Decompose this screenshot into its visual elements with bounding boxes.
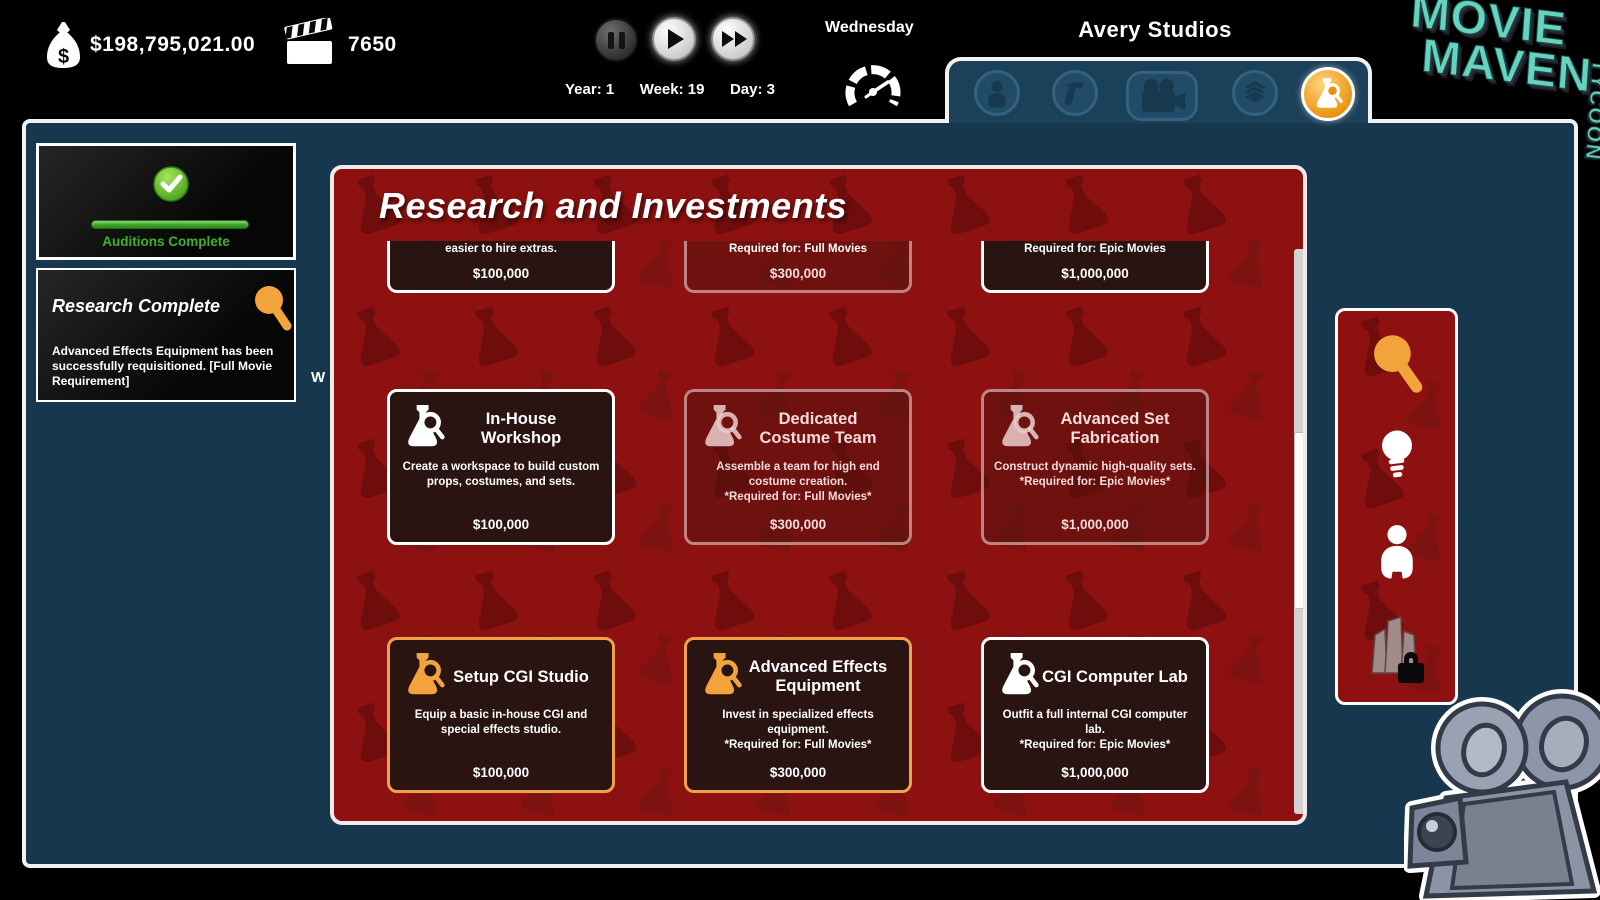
notification-auditions[interactable]: Auditions Complete bbox=[36, 143, 296, 260]
card-title: CGI Computer Lab bbox=[1040, 668, 1196, 687]
card-title: Dedicated Costume Team bbox=[743, 410, 899, 448]
card-price: $300,000 bbox=[687, 266, 909, 281]
tab-movies[interactable] bbox=[1126, 71, 1198, 121]
game-screen: $ $198,795,021.00 7650 Year: 1 Week: 19 … bbox=[0, 0, 1600, 900]
flask-magnifier-icon bbox=[402, 403, 446, 456]
tab-actors[interactable] bbox=[974, 70, 1020, 116]
card-title: Setup CGI Studio bbox=[446, 668, 602, 687]
notification-body: Advanced Effects Equipment has been succ… bbox=[52, 344, 282, 389]
card-desc: Outfit a full internal CGI computer lab.… bbox=[984, 708, 1206, 753]
person-icon bbox=[1370, 523, 1424, 589]
research-flask-icon bbox=[1312, 77, 1344, 111]
check-circle-icon bbox=[152, 165, 190, 208]
play-button[interactable] bbox=[652, 17, 696, 61]
card-desc: easier to hire extras. bbox=[390, 243, 612, 255]
magnifier-icon bbox=[1369, 333, 1425, 395]
movie-camera-icon bbox=[1136, 78, 1188, 114]
card-price: $1,000,000 bbox=[984, 765, 1206, 780]
pause-icon bbox=[608, 32, 625, 49]
play-icon bbox=[668, 29, 684, 49]
research-row: In-House Workshop Create a workspace to … bbox=[387, 389, 1267, 545]
day-label: Day: 3 bbox=[730, 81, 775, 98]
speed-gauge-icon bbox=[842, 58, 904, 121]
research-row: Setup CGI Studio Equip a basic in-house … bbox=[387, 637, 1267, 793]
weekday-label: Wednesday bbox=[825, 19, 914, 37]
flask-magnifier-icon bbox=[996, 651, 1040, 704]
card-desc: Invest in specialized effects equipment.… bbox=[687, 708, 909, 753]
scrollbar-track[interactable] bbox=[1294, 249, 1307, 814]
clapperboard-icon bbox=[284, 18, 340, 73]
card-price: $300,000 bbox=[687, 765, 909, 780]
game-logo: MOVIE MAVEN TYCOON bbox=[1399, 0, 1600, 207]
notification-title: Research Complete bbox=[52, 296, 220, 317]
panel-title: Research and Investments bbox=[379, 185, 847, 227]
year-label: Year: 1 bbox=[565, 81, 614, 98]
card-desc: Equip a basic in-house CGI and special e… bbox=[390, 708, 612, 738]
layers-icon bbox=[1240, 78, 1270, 108]
main-tab-bar bbox=[945, 57, 1372, 123]
film-counter: 7650 bbox=[348, 33, 397, 57]
research-card[interactable]: Required for: Full Movies $300,000 bbox=[684, 241, 912, 293]
pause-button[interactable] bbox=[594, 18, 638, 62]
card-desc: Construct dynamic high-quality sets. *Re… bbox=[984, 460, 1206, 490]
tab-scripts[interactable] bbox=[1052, 70, 1098, 116]
progress-label: Auditions Complete bbox=[39, 234, 293, 249]
research-card[interactable]: Required for: Epic Movies $1,000,000 bbox=[981, 241, 1209, 293]
research-side-tabs bbox=[1335, 308, 1458, 705]
svg-text:$: $ bbox=[58, 46, 69, 68]
card-desc: Create a workspace to build custom props… bbox=[390, 460, 612, 490]
research-card[interactable]: Dedicated Costume Team Assemble a team f… bbox=[684, 389, 912, 545]
movie-camera-illustration bbox=[1404, 686, 1600, 900]
card-price: $100,000 bbox=[390, 765, 612, 780]
scrollbar-thumb[interactable] bbox=[1294, 432, 1307, 609]
card-price: $300,000 bbox=[687, 517, 909, 532]
research-row-partial: easier to hire extras. $100,000 Required… bbox=[387, 241, 1267, 293]
card-price: $100,000 bbox=[390, 517, 612, 532]
flask-magnifier-icon bbox=[996, 403, 1040, 456]
card-title: In-House Workshop bbox=[446, 410, 602, 448]
card-price: $1,000,000 bbox=[984, 517, 1206, 532]
money-bag-icon: $ bbox=[44, 20, 82, 75]
tab-sets[interactable] bbox=[1232, 70, 1278, 116]
card-desc: Required for: Full Movies bbox=[687, 243, 909, 255]
card-desc: Assemble a team for high end costume cre… bbox=[687, 460, 909, 505]
card-price: $100,000 bbox=[390, 266, 612, 281]
magnifier-icon bbox=[251, 284, 293, 337]
fast-forward-button[interactable] bbox=[711, 17, 755, 61]
card-title: Advanced Set Fabrication bbox=[1040, 410, 1196, 448]
card-title: Advanced Effects Equipment bbox=[743, 658, 899, 696]
lightbulb-icon bbox=[1372, 429, 1422, 491]
script-scroll-icon bbox=[1060, 78, 1090, 108]
research-card[interactable]: Advanced Set Fabrication Construct dynam… bbox=[981, 389, 1209, 545]
research-card[interactable]: CGI Computer Lab Outfit a full internal … bbox=[981, 637, 1209, 793]
research-investments-panel: Research and Investments easier to hire … bbox=[330, 165, 1307, 825]
side-tab-studio-locked[interactable] bbox=[1338, 611, 1455, 689]
money-amount: $198,795,021.00 bbox=[90, 33, 255, 57]
person-icon bbox=[982, 78, 1012, 108]
date-row: Year: 1 Week: 19 Day: 3 bbox=[565, 81, 775, 98]
research-card[interactable]: easier to hire extras. $100,000 bbox=[387, 241, 615, 293]
notification-research[interactable]: Research Complete Advanced Effects Equip… bbox=[36, 268, 296, 402]
research-scroll-viewport: easier to hire extras. $100,000 Required… bbox=[334, 241, 1286, 819]
side-tab-staff[interactable] bbox=[1338, 523, 1455, 589]
research-card[interactable]: Advanced Effects Equipment Invest in spe… bbox=[684, 637, 912, 793]
card-price: $1,000,000 bbox=[984, 266, 1206, 281]
fast-forward-icon bbox=[722, 31, 747, 47]
side-tab-ideas[interactable] bbox=[1338, 429, 1455, 491]
obscured-label-fragment: W bbox=[311, 369, 325, 386]
side-tab-investments[interactable] bbox=[1338, 333, 1455, 395]
tab-research[interactable] bbox=[1301, 67, 1355, 121]
buildings-icon bbox=[1364, 611, 1430, 689]
week-label: Week: 19 bbox=[640, 81, 705, 98]
studio-name: Avery Studios bbox=[1048, 17, 1262, 43]
research-card[interactable]: In-House Workshop Create a workspace to … bbox=[387, 389, 615, 545]
flask-magnifier-icon bbox=[402, 651, 446, 704]
card-desc: Required for: Epic Movies bbox=[984, 243, 1206, 255]
research-card[interactable]: Setup CGI Studio Equip a basic in-house … bbox=[387, 637, 615, 793]
flask-magnifier-icon bbox=[699, 403, 743, 456]
flask-magnifier-icon bbox=[699, 651, 743, 704]
progress-bar bbox=[91, 220, 249, 229]
